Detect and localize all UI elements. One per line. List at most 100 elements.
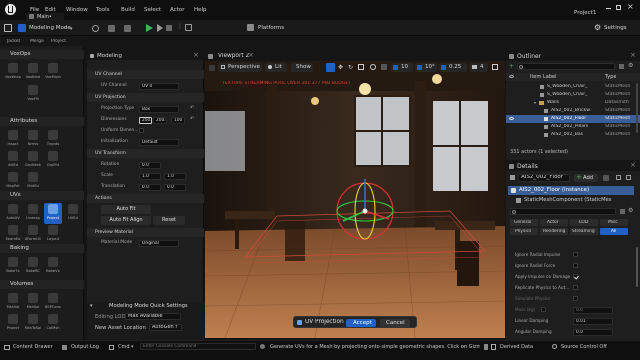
gear-icon[interactable]: ⚙ [594,23,601,32]
dimension-z-field[interactable]: 100 [171,116,185,124]
scale-y-field[interactable]: 1.0 [164,172,186,180]
rotation-snap-toggle[interactable]: 10° [415,63,437,72]
tool-bakerc[interactable]: BakeRC [24,256,42,277]
ignore-radial-force-checkbox[interactable] [573,263,578,268]
rotation-field[interactable]: 0.0 [139,161,161,169]
category-voxops[interactable]: VoxOps [0,50,84,59]
details-search-input[interactable] [510,208,616,215]
filter-tab-all[interactable]: All [600,228,628,235]
grid-icon[interactable] [626,175,631,180]
camera-speed-button[interactable]: 4 [470,63,488,72]
cinematics-icon[interactable] [124,25,131,32]
category-uvs[interactable]: UVs [0,191,84,200]
rotate-icon[interactable]: ↻ [348,64,353,71]
platforms-button[interactable]: Platforms [258,25,284,31]
add-icon[interactable]: + [509,63,514,70]
tool-bakevx[interactable]: BakeVx [44,256,62,277]
filter-tab-misc[interactable]: Misc [600,219,628,226]
tool-vol-project[interactable]: Project [4,313,22,334]
show-button[interactable]: Show [291,63,313,72]
details-tab[interactable]: Details × [506,161,640,171]
tool-layout[interactable]: Layout [44,224,62,245]
tool-autouv[interactable]: AutoUV [4,203,22,224]
palette-tab-project[interactable]: Project [51,39,66,44]
cmd-dropdown[interactable]: Cmd [118,344,130,350]
outliner-row-selected[interactable]: AIS2_002_Floor StaticMesh [506,115,640,123]
maximize-icon[interactable] [616,5,621,10]
tool-mshtospl[interactable]: MshToSpl [24,313,42,334]
outliner-search-input[interactable] [517,63,615,70]
chevron-down-icon[interactable]: ▾ [131,344,134,350]
mode-selector[interactable]: Modeling Mode [29,25,71,31]
world-space-icon[interactable] [370,64,376,70]
outliner-scrollbar[interactable] [636,83,638,133]
tool-colmsh[interactable]: ColMsh [44,313,62,334]
gear-icon[interactable]: ⚙ [628,207,633,214]
select-mode-icon[interactable] [326,63,335,72]
unreal-logo-icon[interactable] [5,4,16,15]
close-icon[interactable]: × [627,2,634,11]
outliner-row[interactable]: S_Wooden_Chair_ StaticMesh [506,83,634,91]
close-icon[interactable]: × [193,51,199,59]
filter-icon[interactable] [619,64,624,69]
menu-select[interactable]: Select [144,7,161,13]
lock-icon[interactable] [616,175,621,180]
surface-snap-icon[interactable] [381,64,387,70]
translation-x-field[interactable]: 0.0 [139,183,161,191]
auto-fit-button[interactable]: Auto Fit [101,205,151,214]
console-command-input[interactable]: Enter Console Command [140,343,256,350]
component-row-instance[interactable]: AIS2_002_Floor (Instance) [508,186,634,195]
apply-impulse-on-damage-checkbox[interactable] [573,274,578,279]
translation-y-field[interactable]: 0.0 [164,183,186,191]
tool-baketx[interactable]: BakeTx [4,256,22,277]
component-row-mesh[interactable]: StaticMeshComponent (StaticMes [508,196,634,205]
section-uv-channel[interactable]: UV Channel [87,70,204,79]
tool-voxmrph[interactable]: VoxMrph [44,62,62,83]
settings-button[interactable]: Settings [604,25,627,31]
section-uv-projection[interactable]: UV Projection [87,93,204,102]
column-item-label[interactable]: Item Label [530,74,556,80]
filter-tab-general[interactable]: General [510,219,538,226]
tool-voxfill[interactable]: VoxFill [24,84,42,105]
menu-help[interactable]: Help [194,7,207,13]
filter-tab-actor[interactable]: Actor [540,219,568,226]
ignore-radial-impulse-checkbox[interactable] [573,252,578,257]
viewport-menu-icon[interactable] [209,65,215,71]
menu-build[interactable]: Build [121,7,135,13]
mass-override-checkbox[interactable] [541,307,546,312]
filter-tab-lod[interactable]: LOD [570,219,598,226]
category-volumes[interactable]: Volumes [0,280,84,289]
tool-tangents[interactable]: Tngnts [44,129,62,150]
output-log-button[interactable]: Output Log [71,344,99,350]
menu-window[interactable]: Window [66,7,88,13]
close-icon[interactable]: × [630,161,636,169]
tool-atted[interactable]: AttEd [4,150,22,171]
outliner-row[interactable]: AIS2_002_Brickw StaticMesh [506,107,634,115]
section-preview-material[interactable]: Preview Material [87,228,204,237]
eye-icon[interactable] [509,117,514,120]
tool-unwrap[interactable]: Unwrap [24,203,42,224]
palette-tab-merge[interactable]: Merge [30,39,44,44]
maximize-viewport-icon[interactable] [492,64,498,70]
section-uv-transform[interactable]: UV Transform [87,149,204,158]
tool-bspconv[interactable]: BSPConv [44,292,62,313]
more-icon[interactable]: ⋮ [177,23,183,30]
outliner-row[interactable]: AIS2_002_Pillars StaticMesh [506,123,634,131]
add-component-button[interactable]: + Add [574,173,598,182]
tool-normals[interactable]: Nrmls [24,129,42,150]
scale-icon[interactable] [358,64,364,70]
property-matrix-icon[interactable] [620,209,625,214]
menu-tools[interactable]: Tools [96,7,110,13]
blueprint-icon[interactable] [108,25,115,32]
projection-type-dropdown[interactable]: Box [139,105,179,113]
trash-icon[interactable] [484,344,488,350]
perspective-button[interactable]: Perspective [218,63,262,72]
eye-icon[interactable] [509,75,514,78]
chevron-down-icon[interactable]: ▾ [534,100,536,105]
gear-icon[interactable]: ⚙ [628,62,633,69]
play-icon[interactable] [146,24,153,32]
auto-fit-align-button[interactable]: Auto Fit Align [101,216,151,225]
save-icon[interactable] [4,24,12,32]
platforms-icon[interactable] [247,24,254,31]
outliner-row[interactable]: AIS2_002_Bas StaticMesh [506,131,634,139]
